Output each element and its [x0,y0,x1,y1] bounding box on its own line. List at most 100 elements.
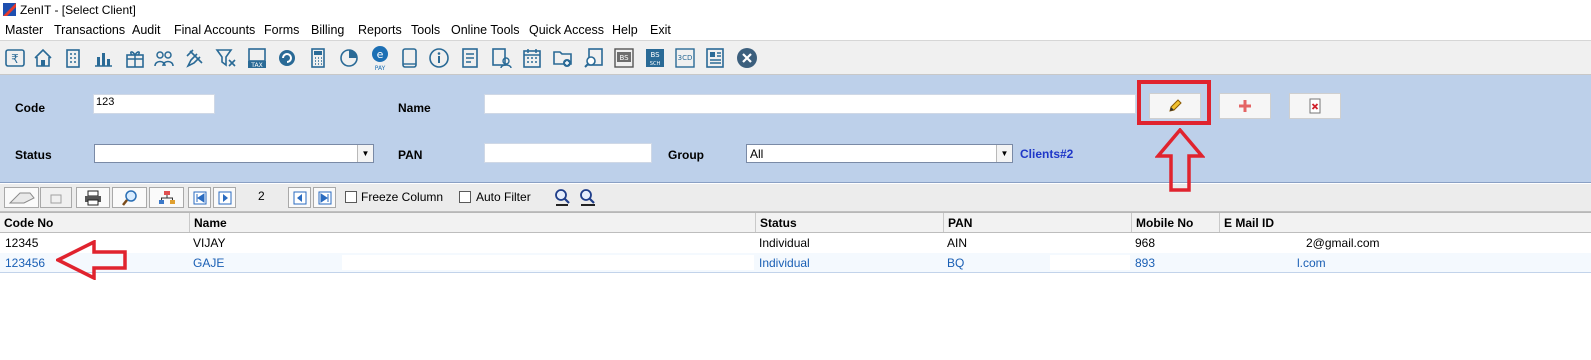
epay-icon[interactable]: e PAY [369,45,391,71]
col-pan[interactable]: PAN [944,213,1132,232]
bs-icon[interactable]: BS [613,47,635,69]
auto-filter-checkbox[interactable] [459,191,471,203]
svg-text:BS: BS [619,54,629,62]
refresh-icon[interactable] [276,47,298,69]
pan-input[interactable] [484,143,652,163]
building-icon[interactable] [62,47,84,69]
svg-text:BS: BS [650,51,660,59]
tree-button[interactable] [149,187,184,208]
cell-mobile: 893 [1135,256,1156,270]
home-icon[interactable] [32,47,54,69]
find-icon[interactable] [553,188,573,208]
menu-exit[interactable]: Exit [650,23,671,37]
last-page-button[interactable] [313,187,336,208]
svg-text:3CD: 3CD [678,54,693,62]
cell-name: GAJE [193,256,225,270]
filter-icon[interactable] [215,47,237,69]
export-icon [8,192,35,203]
group-select[interactable]: All ▼ [746,144,1013,163]
menu-billing[interactable]: Billing [311,23,344,37]
menu-forms[interactable]: Forms [264,23,299,37]
magnifier-icon [121,189,137,206]
3cd-icon[interactable]: 3CD [674,47,696,69]
find-next-icon[interactable] [578,188,598,208]
collapse-icon [50,194,62,203]
export-button[interactable] [4,187,39,208]
menu-help[interactable]: Help [612,23,638,37]
printer-icon [85,190,101,205]
play-right-icon [218,191,231,204]
menu-audit[interactable]: Audit [132,23,161,37]
col-name[interactable]: Name [190,213,756,232]
status-label: Status [15,148,52,162]
redaction-mask [342,255,754,270]
col-code-no[interactable]: Code No [0,213,190,232]
users-icon[interactable] [153,47,175,69]
menu-master[interactable]: Master [5,23,43,37]
folder-add-icon[interactable] [552,47,574,69]
app-logo-icon [3,3,16,16]
user-doc-icon[interactable] [490,47,512,69]
chevron-down-icon[interactable]: ▼ [996,145,1012,162]
cell-email: l.com [1297,256,1326,270]
title-bar: ZenIT - [Select Client] [0,0,1591,20]
book-icon[interactable] [398,47,420,69]
calculator-icon[interactable] [307,47,329,69]
cell-name: VIJAY [193,236,226,250]
auto-filter-label: Auto Filter [476,190,531,204]
table-row-selected[interactable]: 123456 GAJE Individual BQ 893 l.com [0,253,1591,273]
menu-reports[interactable]: Reports [358,23,402,37]
prev-page-button[interactable] [213,187,236,208]
clients-count[interactable]: Clients#2 [1020,147,1073,161]
menu-quick-access[interactable]: Quick Access [529,23,604,37]
table-row[interactable]: 12345 VIJAY Individual AIN 968 2@gmail.c… [0,233,1591,253]
menu-final-accounts[interactable]: Final Accounts [174,23,255,37]
chevron-down-icon[interactable]: ▼ [357,145,373,162]
col-email[interactable]: E Mail ID [1220,213,1591,232]
freeze-column-checkbox[interactable] [345,191,357,203]
menu-tools[interactable]: Tools [411,23,440,37]
grid-header: Code No Name Status PAN Mobile No E Mail… [0,213,1591,233]
close-icon[interactable] [736,47,758,69]
delete-doc-icon [1309,98,1321,114]
search-form: Code 123 Name Status ▼ PAN Group All ▼ C… [0,75,1591,183]
calendar-icon[interactable] [521,47,543,69]
freeze-column-label: Freeze Column [361,190,444,204]
preview-button[interactable] [112,187,147,208]
tax-icon[interactable]: TAX [246,47,268,69]
report-icon[interactable] [704,47,726,69]
document-icon[interactable] [459,47,481,69]
bs-sch-icon[interactable]: BS SCH [644,47,666,69]
window-title: ZenIT - [Select Client] [20,3,136,17]
page-number: 2 [258,189,265,203]
col-mobile-no[interactable]: Mobile No [1132,213,1220,232]
svg-text:e: e [377,48,384,61]
add-button[interactable] [1219,93,1271,119]
edit-button[interactable] [1149,93,1201,119]
status-select[interactable]: ▼ [94,144,374,163]
collapse-button[interactable] [40,187,72,208]
pin-icon[interactable] [184,47,206,69]
search-doc-icon[interactable] [583,47,605,69]
code-input[interactable]: 123 [93,94,215,114]
cell-pan: AIN [947,236,968,250]
pan-label: PAN [398,148,423,162]
rupee-icon[interactable]: ₹ [4,47,26,69]
gift-icon[interactable] [124,47,146,69]
delete-button[interactable] [1289,93,1341,119]
menu-transactions[interactable]: Transactions [54,23,125,37]
first-page-button[interactable] [188,187,211,208]
chart-icon[interactable] [92,47,114,69]
code-label: Code [15,101,45,115]
svg-text:PAY: PAY [375,65,386,71]
svg-text:SCH: SCH [650,61,661,67]
cell-pan: BQ [947,256,965,270]
name-input[interactable] [484,94,1136,114]
info-icon[interactable] [428,47,450,69]
print-button[interactable] [76,187,110,208]
pie-icon[interactable] [338,47,360,69]
menu-online-tools[interactable]: Online Tools [451,23,520,37]
col-status[interactable]: Status [756,213,944,232]
next-page-button[interactable] [288,187,311,208]
group-select-value: All [750,147,764,161]
